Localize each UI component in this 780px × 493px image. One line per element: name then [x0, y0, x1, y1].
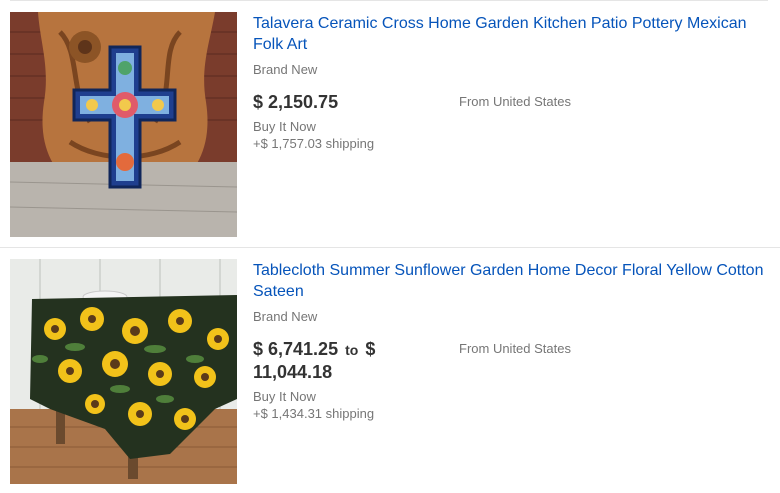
- price-row: $ 2,150.75 From United States: [253, 91, 773, 113]
- item-location: From United States: [459, 341, 571, 356]
- item-info: Tablecloth Summer Sunflower Garden Home …: [253, 260, 773, 422]
- price-range-separator: to: [345, 342, 359, 358]
- item-title-link[interactable]: Talavera Ceramic Cross Home Garden Kitch…: [253, 13, 773, 55]
- shipping-cost: +$ 1,757.03 shipping: [253, 136, 375, 151]
- item-info: Talavera Ceramic Cross Home Garden Kitch…: [253, 13, 773, 152]
- item-price: $ 2,150.75: [253, 92, 339, 112]
- sunflower-tablecloth-photo: [10, 259, 237, 484]
- item-condition: Brand New: [253, 62, 318, 77]
- item-title-link[interactable]: Tablecloth Summer Sunflower Garden Home …: [253, 260, 773, 302]
- price-low: $ 6,741.25: [253, 339, 339, 359]
- purchase-format: Buy It Now: [253, 119, 316, 134]
- shipping-cost: +$ 1,434.31 shipping: [253, 406, 375, 421]
- ceramic-cross-photo: [10, 12, 237, 237]
- item-image[interactable]: [10, 259, 237, 484]
- item-location: From United States: [459, 94, 571, 109]
- purchase-format: Buy It Now: [253, 389, 316, 404]
- list-item: Tablecloth Summer Sunflower Garden Home …: [0, 247, 780, 493]
- search-results-list: Talavera Ceramic Cross Home Garden Kitch…: [0, 0, 780, 493]
- list-item: Talavera Ceramic Cross Home Garden Kitch…: [0, 1, 780, 247]
- item-image[interactable]: [10, 12, 237, 237]
- item-price-range: $ 6,741.25 to $ 11,044.18: [253, 338, 453, 383]
- item-condition: Brand New: [253, 309, 318, 324]
- price-row: $ 6,741.25 to $ 11,044.18 From United St…: [253, 338, 773, 383]
